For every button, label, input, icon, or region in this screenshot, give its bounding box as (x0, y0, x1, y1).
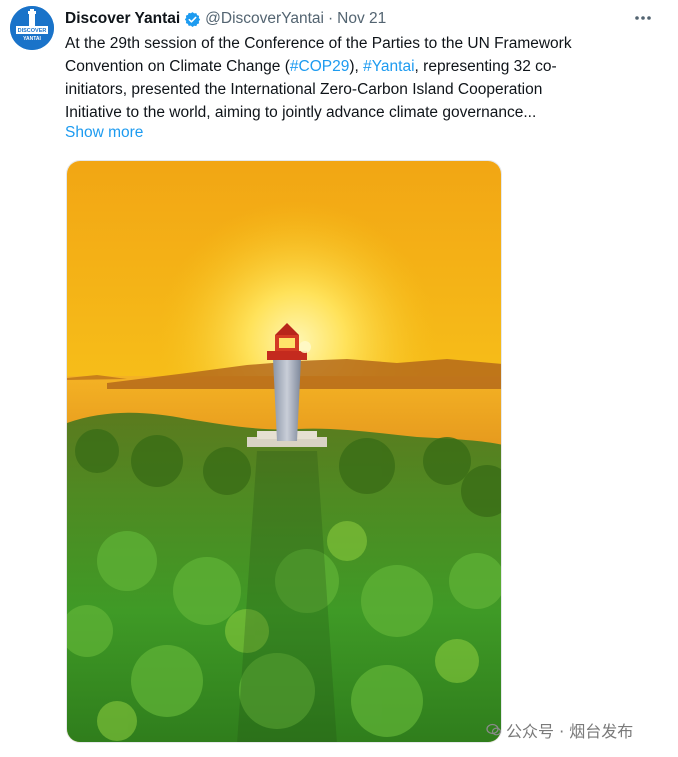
tweet-text-line: At the 29th session of the Conference of… (65, 32, 655, 55)
tweet-text-segment: , representing 32 co- (414, 58, 557, 75)
more-options-icon[interactable] (630, 8, 656, 28)
tweet-text-line: Initiative to the world, aiming to joint… (65, 101, 655, 124)
hashtag-link-yantai[interactable]: #Yantai (363, 58, 414, 75)
lighthouse-photo (67, 161, 501, 742)
tweet-header: Discover Yantai @DiscoverYantai · Nov 21 (65, 8, 386, 30)
wechat-icon (486, 722, 502, 738)
tweet-text-line: initiators, presented the International … (65, 78, 655, 101)
tweet-text-segment: At the 29th session of the Conference of… (65, 35, 572, 52)
watermark: 公众号 · 烟台发布 (486, 718, 633, 742)
tweet-text-line: Convention on Climate Change (#COP29), #… (65, 55, 655, 78)
avatar-label-line2: YANTAI (23, 36, 41, 42)
display-name[interactable]: Discover Yantai (65, 10, 180, 28)
header-separator: · (328, 10, 334, 27)
tweet-card: DISCOVER YANTAI Discover Yantai @Discove… (0, 0, 678, 757)
tweet-text: At the 29th session of the Conference of… (65, 32, 655, 124)
tweet-date[interactable]: Nov 21 (337, 10, 386, 28)
avatar[interactable]: DISCOVER YANTAI (10, 6, 54, 50)
show-more-link[interactable]: Show more (65, 124, 143, 142)
verified-badge-icon (184, 11, 201, 28)
hashtag-link-cop29[interactable]: #COP29 (290, 58, 349, 75)
tweet-text-segment: Convention on Climate Change ( (65, 58, 290, 75)
tweet-text-segment: initiators, presented the International … (65, 81, 543, 98)
tweet-text-segment: ), (349, 58, 364, 75)
tweet-text-segment: Initiative to the world, aiming to joint… (65, 104, 537, 121)
tweet-photo[interactable] (66, 160, 502, 743)
avatar-label-line1: DISCOVER (18, 28, 47, 34)
watermark-text: 公众号 · 烟台发布 (506, 722, 634, 741)
account-handle[interactable]: @DiscoverYantai (205, 10, 324, 28)
